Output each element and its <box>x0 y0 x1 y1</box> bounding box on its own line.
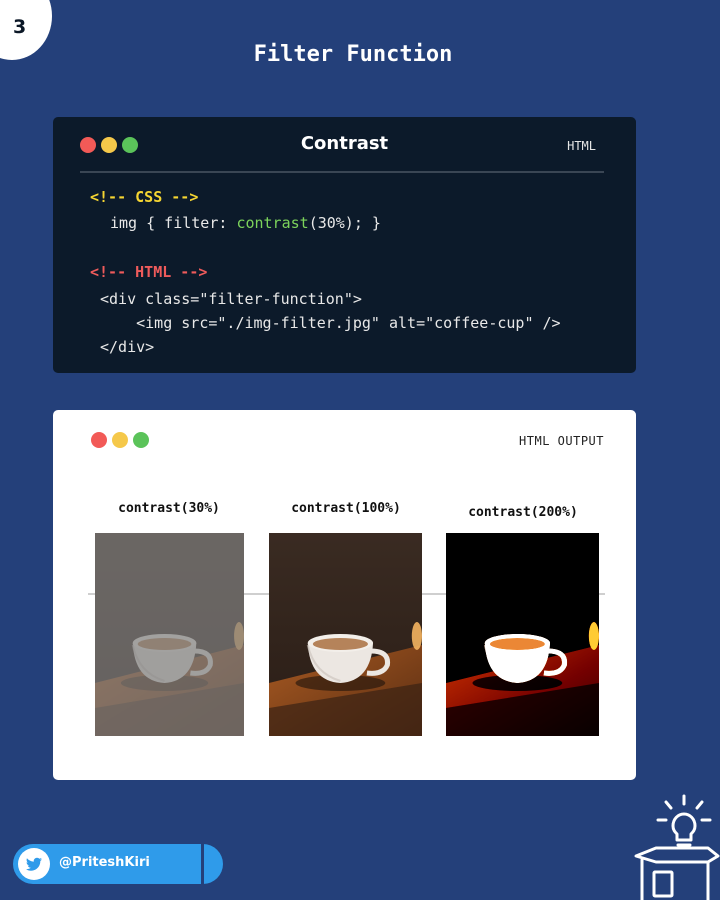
html-line: <img src="./img-filter.jpg" alt="coffee-… <box>100 314 561 332</box>
html-comment: <!-- HTML --> <box>90 263 208 281</box>
html-line: <div class="filter-function"> <box>100 290 362 308</box>
language-tag: HTML <box>567 139 596 153</box>
output-window: HTML OUTPUT contrast(30%) contrast(100%) <box>53 410 636 780</box>
css-rule-line: img { filter: contrast(30%); } <box>110 214 381 232</box>
css-selector: img { filter: <box>110 214 237 232</box>
code-divider <box>80 171 604 173</box>
page-number: 3 <box>13 16 27 38</box>
twitter-icon <box>18 848 50 880</box>
twitter-handle-link[interactable]: @PriteshKiri <box>13 844 223 884</box>
css-args: (30%); } <box>308 214 381 232</box>
html-line: </div> <box>100 338 155 356</box>
window-controls <box>91 432 149 448</box>
pill-divider <box>201 844 204 884</box>
lightbulb-box-icon <box>634 794 720 900</box>
code-window-title: Contrast <box>300 133 389 154</box>
coffee-photo-contrast-30 <box>95 533 244 736</box>
code-window: Contrast HTML <!-- CSS --> img { filter:… <box>53 117 636 373</box>
minimize-dot-icon <box>112 432 128 448</box>
slide-title: Filter Function <box>253 42 453 67</box>
close-dot-icon <box>91 432 107 448</box>
maximize-dot-icon <box>133 432 149 448</box>
twitter-handle: @PriteshKiri <box>59 855 150 870</box>
coffee-photo-contrast-200 <box>446 533 599 736</box>
coffee-photo-contrast-100 <box>269 533 422 736</box>
sample-label: contrast(100%) <box>291 501 401 516</box>
sample-label: contrast(200%) <box>468 505 578 520</box>
css-function: contrast <box>236 214 309 232</box>
sample-label: contrast(30%) <box>118 501 220 516</box>
css-comment: <!-- CSS --> <box>90 188 199 206</box>
output-tag: HTML OUTPUT <box>519 434 604 448</box>
